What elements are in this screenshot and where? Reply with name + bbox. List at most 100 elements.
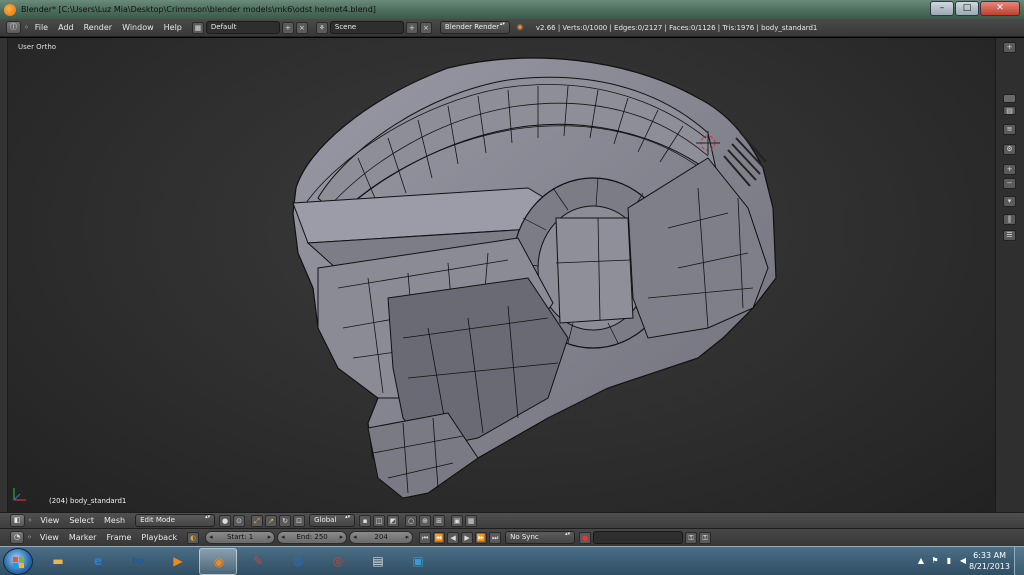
snap-target-icon[interactable]: ⊞ (433, 514, 446, 527)
taskbar-virtualbox-button[interactable]: ▣ (399, 548, 437, 575)
tool-shelf-edge[interactable] (0, 38, 8, 512)
menu-collapse-icon[interactable]: ◦ (24, 23, 29, 32)
sync-dropdown[interactable]: No Sync (505, 531, 576, 544)
menu-window[interactable]: Window (122, 23, 154, 32)
scene-icon[interactable]: ⚘ (315, 21, 328, 34)
menu-add[interactable]: Add (58, 23, 74, 32)
menu-view[interactable]: View (40, 533, 59, 542)
collapse-menu-icon[interactable]: ◦ (28, 516, 33, 525)
zoom-in-icon[interactable]: + (1003, 164, 1016, 175)
taskbar-chrome-button[interactable]: ◎ (319, 548, 357, 575)
maximize-button[interactable]: □ (955, 1, 979, 16)
action-center-icon[interactable]: ⚑ (930, 556, 940, 566)
taskbar-hp-button[interactable]: hp (119, 548, 157, 575)
remove-scene-icon[interactable]: × (419, 21, 432, 34)
end-frame-field[interactable]: End: 250 (277, 531, 348, 544)
scene-field[interactable]: Scene (329, 21, 404, 34)
window-titlebar: Blender* [C:\Users\Luz Mia\Desktop\Crimm… (0, 0, 1024, 19)
current-frame-field[interactable]: 204 (349, 531, 414, 544)
properties-icon[interactable]: ⚙ (1003, 144, 1016, 155)
menu-help[interactable]: Help (164, 23, 182, 32)
clock-time[interactable]: 6:33 AM (973, 551, 1006, 560)
menu-render[interactable]: Render (84, 23, 112, 32)
chrome-icon: ◎ (332, 554, 344, 568)
menu-select[interactable]: Select (69, 516, 94, 525)
menu-view[interactable]: View (40, 516, 59, 525)
add-region-icon[interactable]: + (1003, 42, 1016, 53)
add-scene-icon[interactable]: + (405, 21, 418, 34)
panel-grip-icon[interactable]: ≡ (1003, 124, 1016, 135)
pivot-icon[interactable]: ⊙ (233, 514, 246, 527)
edge-select-icon[interactable]: ◫ (373, 514, 386, 527)
network-icon[interactable]: ▮ (944, 556, 954, 566)
taskbar-blender-button[interactable]: ◉ (199, 548, 237, 575)
media-player-icon: ▶ (173, 554, 183, 568)
collapse-menu-icon[interactable]: ◦ (27, 533, 32, 542)
preview-range-icon[interactable]: ◐ (187, 531, 200, 544)
jump-key-forward-icon[interactable]: ⏩ (475, 531, 488, 544)
menu-frame[interactable]: Frame (106, 533, 131, 542)
show-desktop-button[interactable] (1014, 547, 1024, 575)
menu-file[interactable]: File (35, 23, 48, 32)
menu-marker[interactable]: Marker (69, 533, 97, 542)
list-icon[interactable]: ☰ (1003, 230, 1016, 241)
render-preview-icon[interactable]: ▣ (451, 514, 464, 527)
taskbar-media-player-button[interactable]: ▶ (159, 548, 197, 575)
scale-icon[interactable]: ⊡ (293, 514, 306, 527)
face-select-icon[interactable]: ◩ (387, 514, 400, 527)
delete-key-icon[interactable]: ⚿ (699, 531, 712, 544)
taskbar-explorer-button[interactable]: ▬ (39, 548, 77, 575)
add-screen-icon[interactable]: + (281, 21, 294, 34)
split-icon[interactable]: ‖ (1003, 214, 1016, 225)
snap-icon[interactable]: ⊕ (419, 514, 432, 527)
menu-playback[interactable]: Playback (141, 533, 177, 542)
editor-type-icon[interactable]: ⓘ (6, 21, 21, 34)
jump-end-icon[interactable]: ⏭ (489, 531, 502, 544)
minimize-button[interactable]: – (930, 1, 954, 16)
volume-icon[interactable]: ◀ (958, 556, 968, 566)
start-frame-field[interactable]: Start: 1 (205, 531, 276, 544)
screen-layout-icon[interactable]: ▦ (191, 21, 204, 34)
start-button[interactable] (3, 548, 33, 575)
window-title: Blender* [C:\Users\Luz Mia\Desktop\Crimm… (21, 5, 376, 14)
clock-date[interactable]: 8/21/2013 (969, 562, 1010, 571)
tray-expand-icon[interactable]: ▲ (916, 556, 926, 566)
play-icon[interactable]: ▶ (461, 531, 474, 544)
3d-viewport[interactable]: User Ortho (204) body_standard1 (8, 38, 995, 512)
orientation-dropdown[interactable]: Global (309, 514, 356, 527)
helmet-mesh (292, 57, 777, 499)
hp-icon: hp (132, 556, 144, 565)
scrollbar-handle[interactable] (1003, 94, 1016, 103)
remove-screen-icon[interactable]: × (295, 21, 308, 34)
proportional-icon[interactable]: ○ (405, 514, 418, 527)
jump-start-icon[interactable]: ⏮ (419, 531, 432, 544)
taskbar-paint-button[interactable]: ✎ (239, 548, 277, 575)
pin-icon[interactable]: ▾ (1003, 196, 1016, 207)
record-icon[interactable]: ● (579, 531, 592, 544)
taskbar-notepad-button[interactable]: ▤ (359, 548, 397, 575)
shading-icon[interactable]: ● (219, 514, 232, 527)
blender-icon: ◉ (213, 555, 225, 569)
menu-mesh[interactable]: Mesh (104, 516, 125, 525)
close-button[interactable]: ✕ (980, 1, 1020, 16)
editor-type-icon[interactable]: ◧ (10, 514, 25, 527)
insert-key-icon[interactable]: ⚿ (685, 531, 698, 544)
keying-set-field[interactable] (593, 531, 684, 544)
paint-icon: ✎ (252, 554, 264, 568)
zoom-out-icon[interactable]: − (1003, 178, 1016, 189)
taskbar-internet-explorer-button[interactable]: e (79, 548, 117, 575)
jump-key-back-icon[interactable]: ⏪ (433, 531, 446, 544)
rotate-icon[interactable]: ↻ (279, 514, 292, 527)
render-engine-dropdown[interactable]: Blender Render (439, 21, 510, 34)
play-reverse-icon[interactable]: ◀ (447, 531, 460, 544)
mode-dropdown[interactable]: Edit Mode (135, 514, 216, 527)
taskbar-network-button[interactable]: ◍ (279, 548, 317, 575)
manipulator-icon[interactable]: ⤢ (251, 514, 264, 527)
translate-icon[interactable]: ↗ (265, 514, 278, 527)
screen-layout-field[interactable]: Default (205, 21, 280, 34)
layers-icon[interactable]: ▦ (465, 514, 478, 527)
editor-type-icon[interactable]: ◔ (10, 531, 25, 544)
viewport-header: ◧ ◦ View Select Mesh Edit Mode ● ⊙ ⤢ ↗ ↻… (0, 512, 1024, 528)
vertex-select-icon[interactable]: ▪ (359, 514, 372, 527)
panel-toggle-icon[interactable]: ▤ (1003, 106, 1016, 115)
